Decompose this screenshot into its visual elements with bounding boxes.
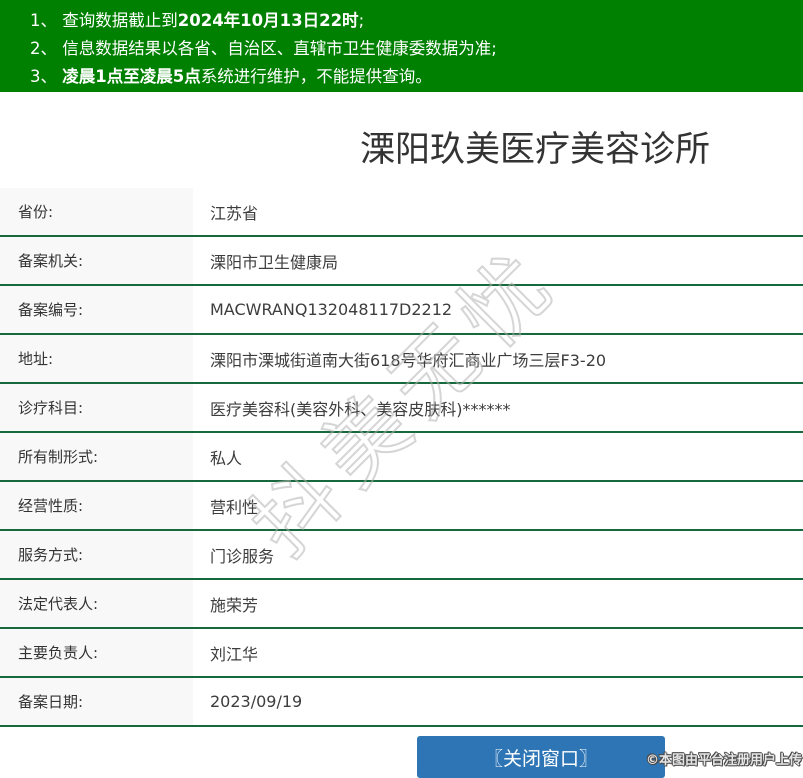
field-value: 江苏省 xyxy=(210,203,259,223)
field-value: 溧阳市卫生健康局 xyxy=(210,252,339,272)
table-row: 备案日期: 2023/09/19 xyxy=(0,678,803,727)
table-row: 地址: 溧阳市溧城街道南大街618号华府汇商业广场三层F3-20 xyxy=(0,335,803,384)
field-label: 备案机关: xyxy=(0,237,193,284)
field-label: 主要负责人: xyxy=(0,629,193,676)
field-value: 门诊服务 xyxy=(210,546,275,566)
field-value: 营利性 xyxy=(210,497,259,517)
table-row: 诊疗科目: 医疗美容科(美容外科、美容皮肤科)****** xyxy=(0,384,803,433)
field-label: 经营性质: xyxy=(0,482,193,529)
notice-line-1: 1、 查询数据截止到2024年10月13日22时; xyxy=(30,7,793,35)
field-value: 私人 xyxy=(210,448,243,468)
table-row: 法定代表人: 施荣芳 xyxy=(0,580,803,629)
notice-line-3-bold: 凌晨1点至凌晨5点 xyxy=(62,67,201,86)
field-label: 备案日期: xyxy=(0,678,193,725)
field-label: 诊疗科目: xyxy=(0,384,193,431)
table-row: 所有制形式: 私人 xyxy=(0,433,803,482)
field-label: 地址: xyxy=(0,335,193,382)
field-value: 医疗美容科(美容外科、美容皮肤科)****** xyxy=(210,399,511,419)
field-value: MACWRANQ132048117D2212 xyxy=(210,300,453,319)
page-title: 溧阳玖美医疗美容诊所 xyxy=(359,130,710,170)
field-value: 刘江华 xyxy=(210,644,259,664)
table-row: 备案编号: MACWRANQ132048117D2212 xyxy=(0,286,803,335)
notice-line-2: 2、 信息数据结果以各省、自治区、直辖市卫生健康委数据为准; xyxy=(30,35,793,63)
table-row: 经营性质: 营利性 xyxy=(0,482,803,531)
table-row: 服务方式: 门诊服务 xyxy=(0,531,803,580)
field-label: 法定代表人: xyxy=(0,580,193,627)
notice-line-2-text: 2、 信息数据结果以各省、自治区、直辖市卫生健康委数据为准; xyxy=(30,39,497,58)
corner-watermark: ©本图由平台注册用户上传 xyxy=(645,753,802,768)
table-row: 备案机关: 溧阳市卫生健康局 xyxy=(0,237,803,286)
notice-line-3: 3、 凌晨1点至凌晨5点系统进行维护，不能提供查询。 xyxy=(30,63,793,91)
field-label: 备案编号: xyxy=(0,286,193,333)
notice-banner: 1、 查询数据截止到2024年10月13日22时; 2、 信息数据结果以各省、自… xyxy=(0,0,803,92)
notice-line-1-text: 1、 查询数据截止到 xyxy=(30,11,178,30)
record-table: 省份: 江苏省 备案机关: 溧阳市卫生健康局 备案编号: MACWRANQ132… xyxy=(0,188,803,727)
field-label: 所有制形式: xyxy=(0,433,193,480)
close-window-button[interactable]: 〖关闭窗口〗 xyxy=(417,736,665,778)
field-value: 2023/09/19 xyxy=(210,692,303,711)
field-value: 施荣芳 xyxy=(210,595,259,615)
notice-line-1-bold: 2024年10月13日22时 xyxy=(177,11,359,30)
notice-line-1-suffix: ; xyxy=(358,11,365,30)
field-label: 服务方式: xyxy=(0,531,193,578)
field-value: 溧阳市溧城街道南大街618号华府汇商业广场三层F3-20 xyxy=(210,350,607,370)
notice-line-3-text: 3、 xyxy=(30,67,63,86)
field-label: 省份: xyxy=(0,188,193,235)
notice-line-3-suffix: 系统进行维护，不能提供查询。 xyxy=(200,67,432,86)
table-row: 省份: 江苏省 xyxy=(0,188,803,237)
table-row: 主要负责人: 刘江华 xyxy=(0,629,803,678)
